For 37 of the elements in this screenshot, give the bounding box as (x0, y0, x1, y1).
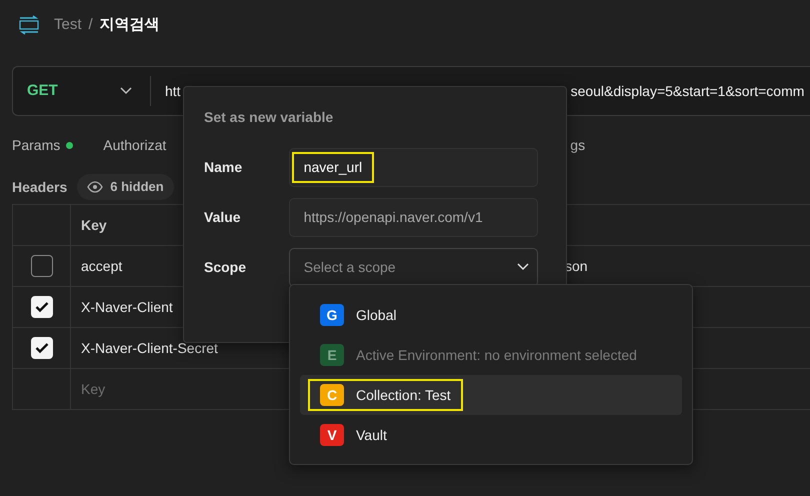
field-label: Scope (204, 258, 248, 277)
breadcrumb-link[interactable]: Test (54, 14, 82, 36)
url-text[interactable]: seoul&display=5&start=1&sort=comm (570, 80, 804, 102)
menu-item[interactable]: V Vault (300, 415, 682, 455)
column-header: Key (81, 216, 107, 232)
field-label: Value (204, 208, 242, 226)
scope-select[interactable]: Select a scope (288, 248, 538, 286)
tab[interactable]: gs (570, 134, 586, 156)
scope-badge: E (320, 344, 344, 366)
method-dropdown[interactable]: GET (13, 76, 151, 106)
hidden-headers-toggle[interactable]: 6 hidden (77, 174, 174, 200)
menu-item-label: Global (356, 306, 396, 324)
scope-badge: G (320, 304, 344, 326)
scope-badge: C (320, 384, 344, 406)
tab[interactable]: Authorizat (103, 134, 166, 156)
url-text[interactable]: htt (165, 80, 181, 102)
value-field[interactable]: https://openapi.naver.com/v1 (288, 198, 538, 236)
chevron-icon (517, 263, 529, 271)
popup-title: Set as new variable (204, 108, 334, 127)
menu-item-label: Vault (356, 426, 387, 444)
menu-item-label: Collection: Test (356, 386, 451, 404)
name-field[interactable]: naver_url (288, 148, 538, 186)
checkbox[interactable] (30, 255, 52, 277)
tab[interactable]: Params (12, 134, 60, 156)
http-icon (18, 15, 40, 35)
menu-item[interactable]: C Collection: Test (300, 375, 682, 415)
menu-item-label: Active Environment: no environment selected (356, 346, 637, 364)
breadcrumb-separator: / (88, 14, 93, 35)
eye-icon (87, 181, 104, 193)
menu-item[interactable]: G Global (300, 295, 682, 335)
section-title: Headers (12, 178, 68, 196)
field-label: Name (204, 158, 244, 176)
check-icon (34, 342, 48, 354)
request-title: 지역검색 (100, 14, 160, 35)
scope-badge: V (320, 424, 344, 446)
chevron-icon (120, 87, 132, 95)
check-icon (34, 301, 48, 313)
